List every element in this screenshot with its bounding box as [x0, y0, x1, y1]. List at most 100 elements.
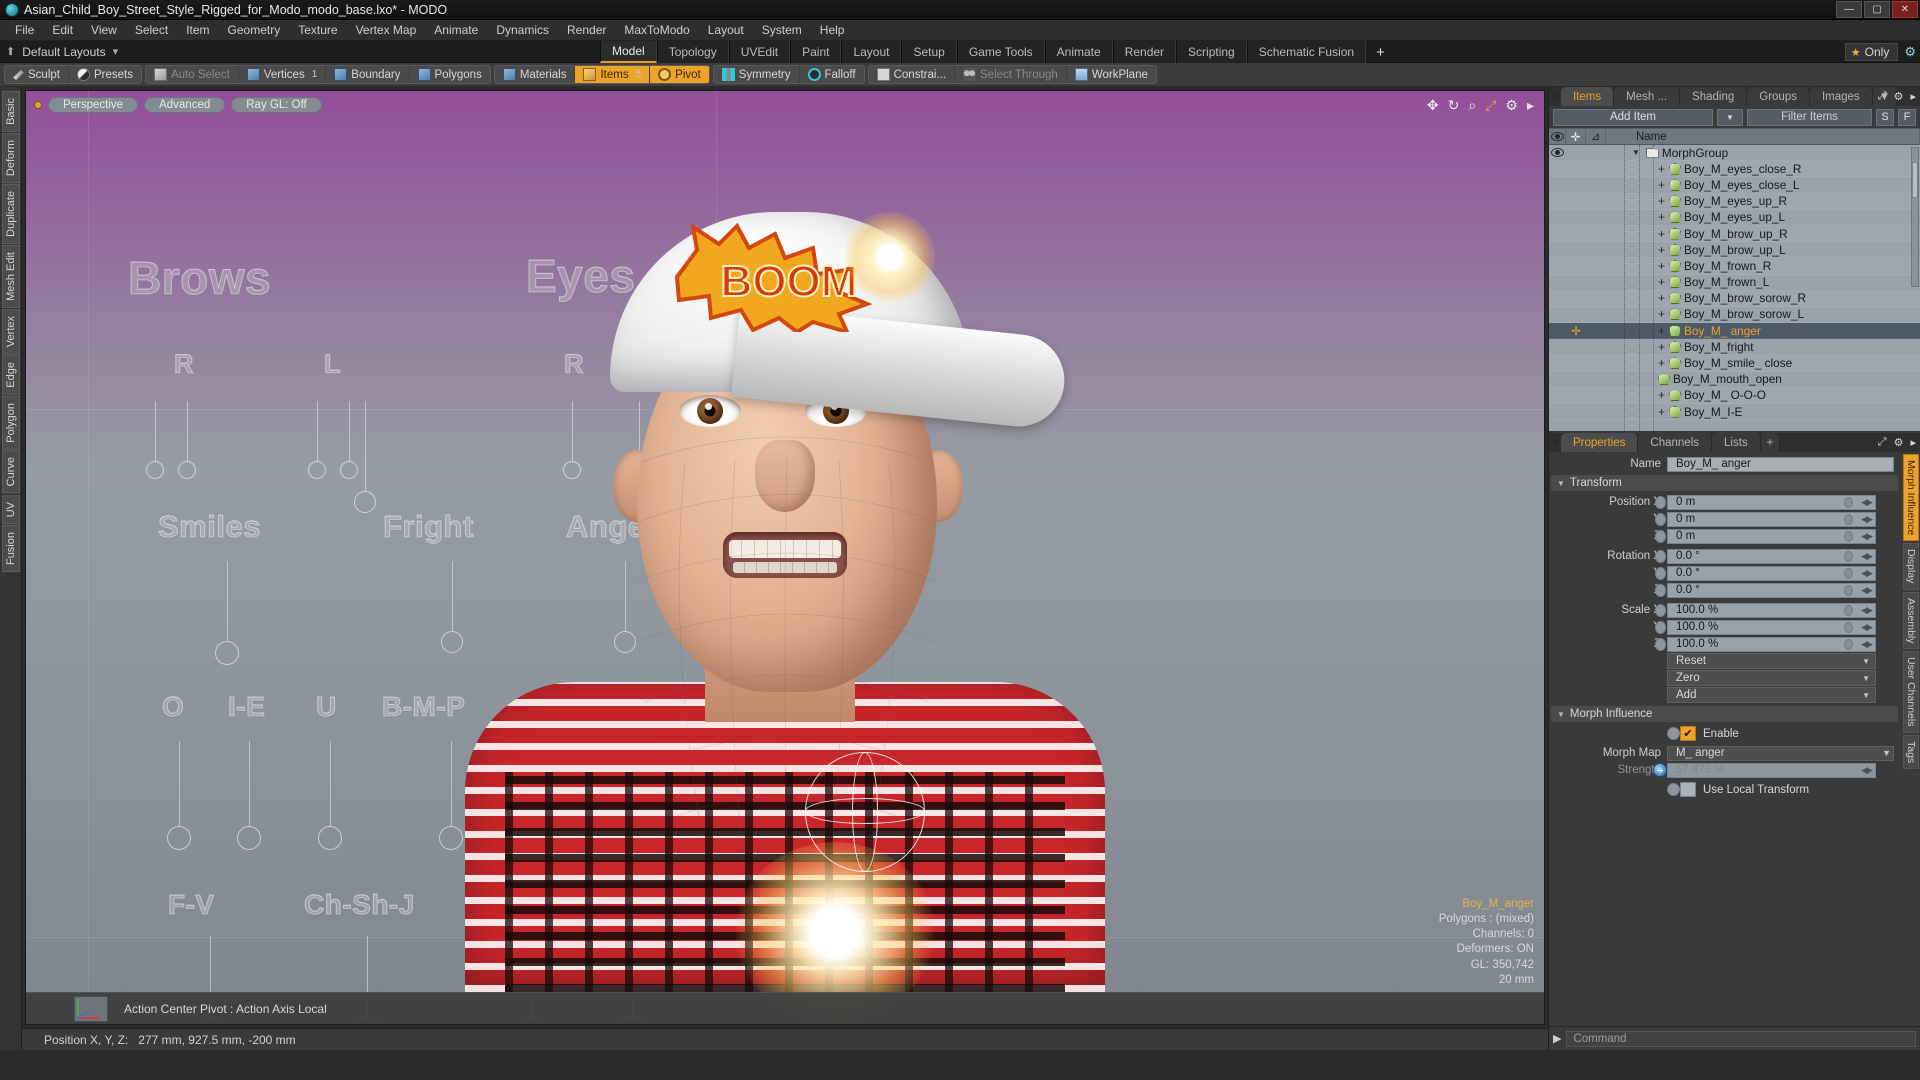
table-row[interactable]: + Boy_M_smile_ close — [1549, 355, 1920, 372]
menu-item-render[interactable]: Render — [558, 21, 615, 39]
enable-reset-dot[interactable] — [1667, 727, 1680, 740]
layout-tab-game-tools[interactable]: Game Tools — [956, 41, 1045, 63]
menu-item-vertex-map[interactable]: Vertex Map — [347, 21, 426, 39]
table-row[interactable]: + Boy_M_eyes_close_L — [1549, 177, 1920, 194]
stepper-arrows-icon[interactable]: ◀▶ — [1861, 531, 1873, 542]
rail-tab-curve[interactable]: Curve — [1, 450, 20, 494]
transform-gizmo-ring-v[interactable] — [852, 752, 878, 872]
rail-tab-vertex[interactable]: Vertex — [1, 308, 20, 354]
expand-icon[interactable]: ⤢ — [1878, 90, 1887, 103]
property-input[interactable]: 0 m ◀▶ — [1655, 511, 1876, 527]
table-row[interactable]: + Boy_M_eyes_up_R — [1549, 193, 1920, 210]
table-row[interactable]: ▼ MorphGroup — [1549, 145, 1920, 162]
toolbar-button-items[interactable]: Items 5 — [575, 66, 651, 83]
reset-dot[interactable] — [1655, 583, 1666, 597]
expand-icon[interactable]: + — [1658, 292, 1665, 304]
menu-item-dynamics[interactable]: Dynamics — [487, 21, 558, 39]
morph-slider[interactable] — [167, 741, 191, 850]
rotate-icon[interactable]: ↻ — [1448, 97, 1460, 114]
morph-slider[interactable] — [237, 741, 261, 850]
expand-icon[interactable]: + — [1658, 406, 1665, 418]
value-knob[interactable] — [1844, 584, 1853, 596]
properties-tab-properties[interactable]: Properties — [1561, 433, 1639, 452]
reset-dot[interactable] — [1655, 637, 1666, 651]
animate-icon[interactable]: ➔ — [1653, 763, 1667, 777]
filter-items-input[interactable]: Filter Items — [1747, 108, 1872, 126]
stepper-arrows-icon[interactable]: ◀▶ — [1861, 551, 1873, 562]
property-input[interactable]: 0 m ◀▶ — [1655, 528, 1876, 544]
property-input[interactable]: 0.0 ° ◀▶ — [1655, 565, 1876, 581]
rail-tab-polygon[interactable]: Polygon — [1, 395, 20, 450]
expand-icon[interactable]: + — [1658, 244, 1665, 256]
properties-side-tab-tags[interactable]: Tags — [1903, 734, 1919, 769]
expand-icon[interactable]: + — [1658, 179, 1665, 191]
toolbar-button-polygons[interactable]: Polygons — [409, 66, 490, 83]
table-row[interactable]: + Boy_M_brow_up_L — [1549, 242, 1920, 259]
menu-item-item[interactable]: Item — [177, 21, 218, 39]
property-input[interactable]: 0.0 ° ◀▶ — [1655, 582, 1876, 598]
layout-tab-schematic-fusion[interactable]: Schematic Fusion — [1246, 41, 1367, 63]
reset-dot[interactable] — [1655, 512, 1666, 526]
expand-icon[interactable]: + — [1658, 260, 1665, 272]
chevron-right-icon[interactable]: ▶ — [1553, 1032, 1561, 1045]
menu-item-file[interactable]: File — [6, 21, 43, 39]
morph-slider[interactable] — [178, 401, 196, 479]
morph-slider[interactable] — [215, 561, 239, 665]
menu-item-maxtomodo[interactable]: MaxToModo — [615, 21, 698, 39]
stepper-arrows-icon[interactable]: ◀▶ — [1861, 514, 1873, 525]
table-row[interactable]: + Boy_M_frown_R — [1549, 258, 1920, 275]
properties-side-tab-morph-influence[interactable]: Morph Influence — [1903, 454, 1919, 542]
properties-add-tab[interactable]: + — [1760, 433, 1781, 452]
menu-item-geometry[interactable]: Geometry — [219, 21, 290, 39]
toolbar-button-constrai-[interactable]: Constrai... — [868, 66, 956, 83]
gear-icon[interactable]: ⚙ — [1904, 44, 1916, 60]
morph-map-dropdown[interactable]: M_ anger ▼ — [1667, 745, 1894, 761]
table-row[interactable]: + Boy_M_brow_sorow_L — [1549, 307, 1920, 324]
value-knob[interactable] — [1844, 513, 1853, 525]
value-knob[interactable] — [1844, 567, 1853, 579]
rail-tab-fusion[interactable]: Fusion — [1, 525, 20, 573]
gear-icon[interactable]: ⚙ — [1894, 90, 1904, 103]
items-scrollbar[interactable] — [1911, 147, 1919, 287]
minimize-button[interactable]: — — [1836, 1, 1862, 18]
rail-tab-deform[interactable]: Deform — [1, 132, 20, 183]
rail-tab-edge[interactable]: Edge — [1, 354, 20, 395]
layout-tab-scripting[interactable]: Scripting — [1176, 41, 1247, 63]
row-transform-marker[interactable]: ✛ — [1566, 324, 1586, 338]
table-row[interactable]: + Boy_M_ O-O-O — [1549, 387, 1920, 404]
fit-icon[interactable]: ⤢ — [1485, 97, 1496, 114]
value-knob[interactable] — [1844, 530, 1853, 542]
expand-icon[interactable]: + — [1658, 163, 1665, 175]
items-tab-images[interactable]: Images — [1809, 87, 1873, 106]
morph-slider[interactable] — [318, 741, 342, 850]
table-row[interactable]: ✛ + Boy_M_ anger — [1549, 323, 1920, 340]
morph-slider[interactable] — [146, 401, 164, 479]
morph-slider[interactable] — [308, 401, 326, 479]
rail-tab-uv[interactable]: UV — [1, 494, 20, 525]
toolbar-button-select-through[interactable]: Select Through — [955, 66, 1067, 83]
table-row[interactable]: + Boy_M_fright — [1549, 339, 1920, 356]
expand-icon[interactable]: + — [1658, 357, 1665, 369]
morph-slider[interactable] — [354, 401, 376, 513]
rail-tab-mesh-edit[interactable]: Mesh Edit — [1, 244, 20, 308]
command-input[interactable]: Command — [1566, 1030, 1916, 1047]
property-input[interactable]: 100.0 % ◀▶ — [1655, 636, 1876, 652]
property-input[interactable]: 100.0 % ◀▶ — [1655, 602, 1876, 618]
property-input[interactable]: 0.0 ° ◀▶ — [1655, 548, 1876, 564]
value-knob[interactable] — [1844, 621, 1853, 633]
toolbar-button-vertices[interactable]: Vertices 1 — [238, 66, 327, 83]
transform-section-header[interactable]: ▼ Transform — [1551, 475, 1898, 491]
table-row[interactable]: + Boy_M_frown_L — [1549, 275, 1920, 291]
expand-icon[interactable]: + — [1658, 228, 1665, 240]
chevron-right-icon[interactable]: ▸ — [1910, 436, 1916, 449]
transform-dropdown-add[interactable]: Add ▼ — [1667, 687, 1876, 703]
expand-icon[interactable]: + — [1658, 308, 1665, 320]
items-tab-mesh-[interactable]: Mesh ... — [1614, 87, 1681, 106]
toolbar-button-auto-select[interactable]: Auto Select — [145, 66, 239, 83]
items-tab-shading[interactable]: Shading — [1680, 87, 1748, 106]
maximize-button[interactable]: ▢ — [1864, 1, 1890, 18]
toolbar-button-falloff[interactable]: Falloff — [799, 66, 864, 83]
table-row[interactable]: + Boy_M_brow_sorow_R — [1549, 290, 1920, 307]
morph-slider[interactable] — [340, 401, 358, 479]
stepper-arrows-icon[interactable]: ◀▶ — [1861, 765, 1873, 776]
